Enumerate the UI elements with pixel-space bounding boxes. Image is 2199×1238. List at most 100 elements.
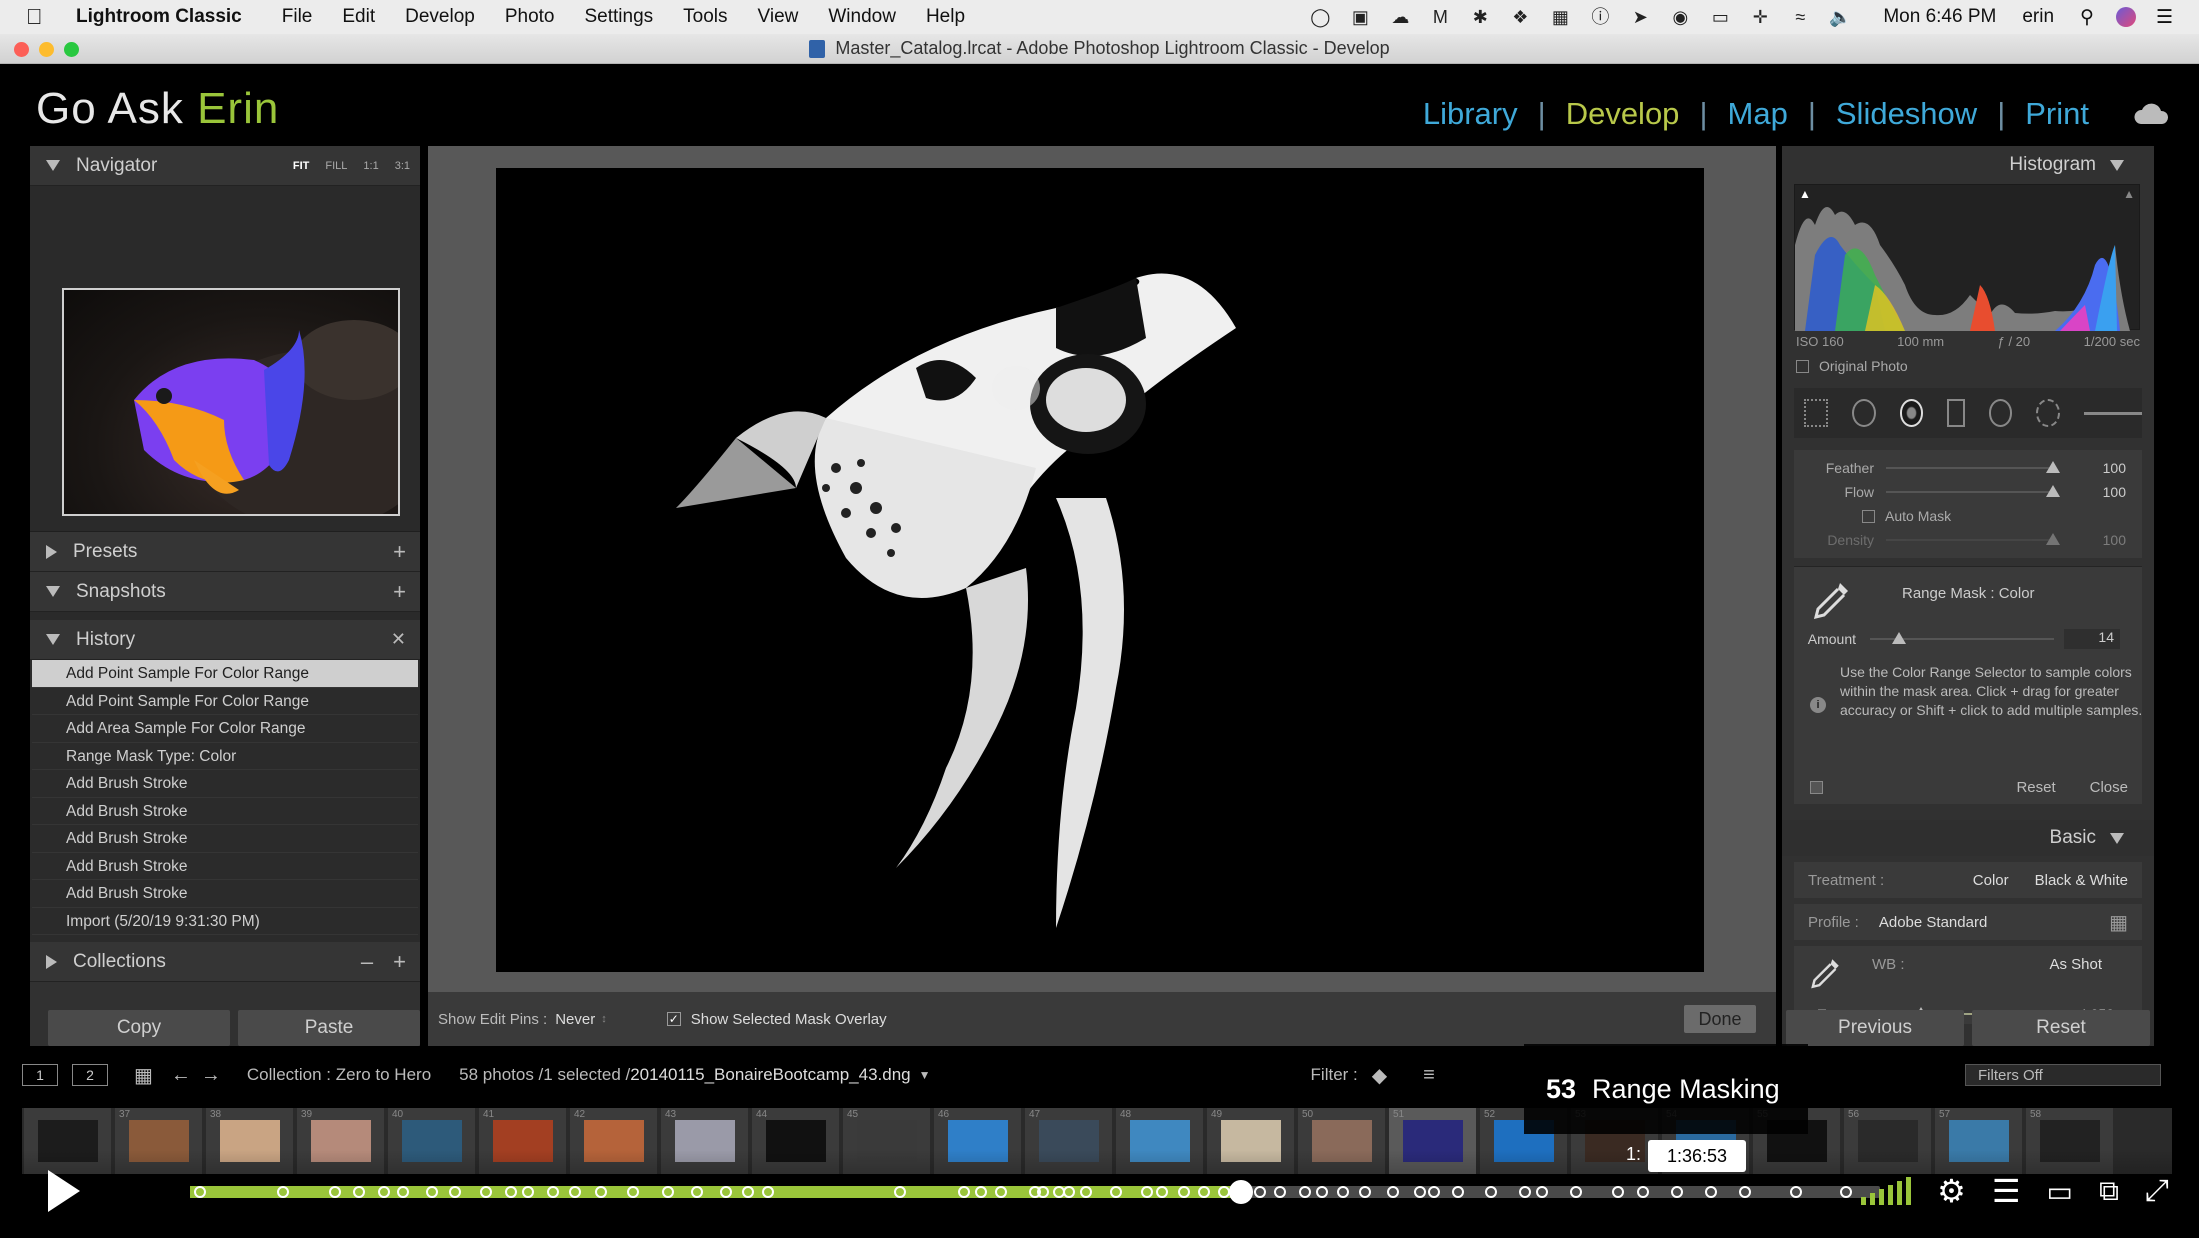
chapters-list-icon[interactable]: ☰: [1992, 1172, 2021, 1210]
history-item[interactable]: Add Brush Stroke: [32, 880, 418, 908]
airplay-icon[interactable]: ▭: [2047, 1175, 2073, 1208]
expand-triangle-icon[interactable]: [46, 544, 57, 559]
chapter-marker[interactable]: [691, 1186, 703, 1198]
feather-value[interactable]: 100: [2056, 460, 2126, 476]
module-slideshow[interactable]: Slideshow: [1816, 96, 1997, 132]
chapter-marker[interactable]: [1414, 1186, 1427, 1198]
density-slider[interactable]: [1886, 533, 2060, 545]
module-library[interactable]: Library: [1403, 96, 1538, 132]
history-item[interactable]: Import (5/20/19 9:31:30 PM): [32, 908, 418, 935]
chapter-marker[interactable]: [1336, 1186, 1349, 1198]
close-window-button[interactable]: [14, 42, 29, 57]
copy-button[interactable]: Copy: [48, 1010, 230, 1046]
collection-source[interactable]: Collection : Zero to Hero: [247, 1065, 431, 1085]
m-icon[interactable]: M: [1427, 6, 1453, 28]
history-item[interactable]: Add Point Sample For Color Range: [32, 688, 418, 715]
history-item[interactable]: Add Point Sample For Color Range: [32, 660, 418, 688]
density-value[interactable]: 100: [2056, 532, 2126, 548]
grid-view-icon[interactable]: ▦: [134, 1063, 153, 1088]
menu-help[interactable]: Help: [926, 6, 965, 28]
siri-icon[interactable]: [2115, 7, 2136, 27]
navigator-header[interactable]: Navigator FIT FILL 1:1 3:1: [30, 146, 420, 186]
mask-close-button[interactable]: Close: [2090, 779, 2128, 796]
module-print[interactable]: Print: [2005, 96, 2109, 132]
crosshair-icon[interactable]: ✛: [1747, 6, 1773, 28]
expand-triangle-icon[interactable]: [46, 954, 57, 969]
treatment-bw-option[interactable]: Black & White: [2035, 872, 2128, 889]
basic-header[interactable]: Basic: [1782, 820, 2154, 856]
menu-edit[interactable]: Edit: [342, 6, 375, 28]
range-mask-select[interactable]: Range Mask : Color: [1902, 585, 2035, 602]
chapter-marker[interactable]: [626, 1186, 639, 1198]
secondary-window-button[interactable]: 2: [72, 1064, 108, 1086]
menu-tools[interactable]: Tools: [683, 6, 727, 28]
history-item[interactable]: Add Brush Stroke: [32, 770, 418, 798]
show-edit-pins-select[interactable]: Never: [555, 1011, 595, 1028]
profile-browser-icon[interactable]: ▦: [2109, 910, 2128, 935]
chapter-marker[interactable]: [1155, 1186, 1168, 1198]
filter-settings-icon[interactable]: ≡: [1423, 1064, 1435, 1087]
chapter-marker[interactable]: [1358, 1186, 1371, 1198]
chapter-marker[interactable]: [479, 1186, 492, 1198]
cloud-status-icon[interactable]: ☁: [1387, 6, 1413, 28]
wb-eyedropper-icon[interactable]: [1808, 956, 1842, 990]
clock[interactable]: Mon 6:46 PM: [1883, 6, 1996, 28]
profile-select[interactable]: Adobe Standard: [1879, 914, 1987, 931]
snapshots-header[interactable]: Snapshots +: [30, 572, 420, 612]
cloud-sync-icon[interactable]: [2133, 102, 2169, 126]
flow-value[interactable]: 100: [2056, 484, 2126, 500]
menu-settings[interactable]: Settings: [585, 6, 654, 28]
menu-photo[interactable]: Photo: [505, 6, 555, 28]
apple-icon[interactable]: : [26, 4, 52, 30]
add-snapshot-icon[interactable]: +: [393, 579, 406, 605]
chapter-marker[interactable]: [1536, 1186, 1548, 1198]
treatment-color-option[interactable]: Color: [1973, 872, 2009, 889]
chapter-marker[interactable]: [1485, 1186, 1498, 1198]
highlight-clipping-icon[interactable]: ▲: [2123, 187, 2135, 201]
play-icon[interactable]: [30, 1160, 92, 1222]
module-develop[interactable]: Develop: [1546, 96, 1700, 132]
brush-slider-track[interactable]: [2084, 411, 2143, 415]
chapter-marker[interactable]: [1062, 1186, 1075, 1198]
photo-canvas[interactable]: [496, 168, 1704, 972]
maximize-window-button[interactable]: [64, 42, 79, 57]
collapse-triangle-icon[interactable]: [2110, 159, 2124, 171]
wifi-icon[interactable]: ≈: [1787, 6, 1813, 28]
chapter-marker[interactable]: [1253, 1186, 1266, 1198]
chapter-marker[interactable]: [1110, 1186, 1123, 1198]
volume-bars[interactable]: [1861, 1177, 1912, 1205]
slider-thumb[interactable]: [2046, 533, 2060, 545]
module-map[interactable]: Map: [1708, 96, 1808, 132]
chapter-marker[interactable]: [276, 1186, 289, 1198]
forward-arrow-icon[interactable]: →: [201, 1064, 221, 1087]
chapter-marker[interactable]: [594, 1186, 607, 1198]
menu-view[interactable]: View: [758, 6, 799, 28]
record-icon[interactable]: ◉: [1667, 6, 1693, 28]
video-progress-bar[interactable]: [190, 1180, 1880, 1204]
collapse-triangle-icon[interactable]: [46, 634, 60, 645]
slider-thumb[interactable]: [2046, 461, 2060, 473]
chapter-marker[interactable]: [1738, 1186, 1751, 1198]
previous-button[interactable]: Previous: [1786, 1010, 1964, 1046]
chapter-marker[interactable]: [425, 1186, 438, 1198]
original-photo-toggle[interactable]: Original Photo: [1796, 358, 2140, 374]
history-item[interactable]: Add Area Sample For Color Range: [32, 715, 418, 743]
screen-icon[interactable]: ▣: [1347, 6, 1373, 28]
chapter-marker[interactable]: [1387, 1186, 1400, 1198]
show-mask-overlay-checkbox[interactable]: ✓: [666, 1012, 681, 1026]
picture-in-picture-icon[interactable]: ⧉: [2099, 1175, 2119, 1208]
reset-button[interactable]: Reset: [1972, 1010, 2150, 1046]
eyedropper-icon[interactable]: [1810, 579, 1852, 621]
add-collection-icon[interactable]: +: [393, 949, 406, 975]
wb-select[interactable]: As Shot: [2049, 956, 2102, 973]
radial-filter-icon[interactable]: [1988, 399, 2013, 427]
collapse-triangle-icon[interactable]: [2110, 832, 2124, 844]
slider-thumb[interactable]: [2046, 485, 2060, 497]
chapter-marker[interactable]: [1079, 1186, 1092, 1198]
notification-center-icon[interactable]: ☰: [2156, 6, 2173, 29]
presets-header[interactable]: Presets +: [30, 532, 420, 572]
search-icon[interactable]: ⚲: [2080, 6, 2094, 29]
shadow-clipping-icon[interactable]: ▲: [1799, 187, 1811, 201]
history-item[interactable]: Add Brush Stroke: [32, 798, 418, 825]
chapter-marker[interactable]: [1140, 1186, 1153, 1198]
